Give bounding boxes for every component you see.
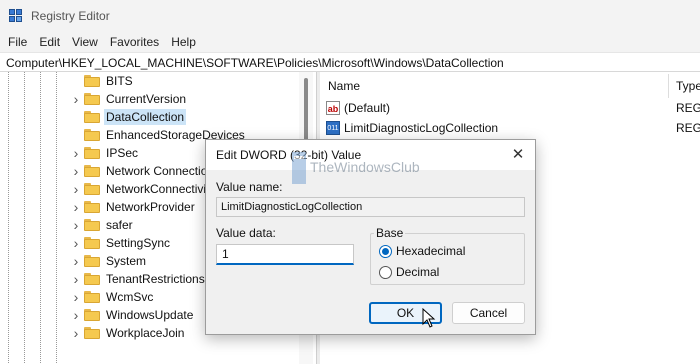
folder-icon: [84, 129, 100, 141]
chevron-right-icon[interactable]: ›: [70, 326, 82, 340]
chevron-right-icon[interactable]: ›: [70, 164, 82, 178]
folder-icon: [84, 75, 100, 87]
folder-icon: [84, 93, 100, 105]
binary-value-icon: 011: [326, 121, 340, 135]
registry-editor-app-icon: [9, 9, 23, 23]
value-data-label: Value data:: [216, 226, 276, 240]
chevron-right-icon[interactable]: ›: [70, 182, 82, 196]
chevron-right-icon[interactable]: ›: [70, 146, 82, 160]
chevron-right-icon[interactable]: ›: [70, 200, 82, 214]
menu-bar: File Edit View Favorites Help: [0, 32, 700, 52]
title-bar: Registry Editor: [0, 0, 700, 32]
folder-icon: [84, 183, 100, 195]
tree-item-label: NetworkConnectivi: [106, 182, 207, 196]
column-divider[interactable]: [668, 74, 669, 98]
folder-icon: [84, 237, 100, 249]
tree-item-label: NetworkProvider: [106, 200, 195, 214]
chevron-right-icon[interactable]: ›: [70, 272, 82, 286]
tree-item-label: WindowsUpdate: [106, 308, 194, 322]
base-group-label: Base: [374, 226, 406, 240]
value-type: REG_: [676, 101, 700, 115]
folder-icon: [84, 255, 100, 267]
tree-item[interactable]: DataCollection: [0, 108, 316, 126]
column-header-type[interactable]: Type: [676, 72, 700, 100]
chevron-right-icon[interactable]: ›: [70, 92, 82, 106]
value-type: REG_: [676, 121, 700, 135]
menu-edit[interactable]: Edit: [33, 32, 66, 52]
window-title: Registry Editor: [31, 9, 110, 23]
tree-item-label: WorkplaceJoin: [106, 326, 185, 340]
value-name: LimitDiagnosticLogCollection: [344, 121, 499, 135]
mouse-cursor-icon: [422, 308, 436, 328]
cancel-button[interactable]: Cancel: [452, 302, 525, 324]
close-icon[interactable]: ✕: [507, 144, 529, 166]
hexadecimal-label[interactable]: Hexadecimal: [396, 244, 465, 258]
string-value-icon: ab: [326, 101, 340, 115]
chevron-right-icon[interactable]: ›: [70, 290, 82, 304]
tree-item-label: WcmSvc: [106, 290, 154, 304]
tree-item-label: DataCollection: [104, 109, 187, 125]
value-data-input[interactable]: 1: [216, 244, 354, 265]
address-bar[interactable]: Computer\HKEY_LOCAL_MACHINE\SOFTWARE\Pol…: [0, 52, 700, 72]
tree-item-label: Network Connection: [106, 164, 215, 178]
tree-item-label: System: [106, 254, 147, 268]
chevron-right-icon[interactable]: ›: [70, 254, 82, 268]
menu-view[interactable]: View: [66, 32, 104, 52]
value-row[interactable]: 011 LimitDiagnosticLogCollection REG_: [320, 118, 700, 138]
folder-icon: [84, 273, 100, 285]
tree-item-label: TenantRestrictions: [106, 272, 205, 286]
value-name: (Default): [344, 101, 391, 115]
chevron-right-icon[interactable]: ›: [70, 218, 82, 232]
tree-item[interactable]: › CurrentVersion: [0, 90, 316, 108]
hexadecimal-radio[interactable]: [379, 245, 392, 258]
folder-icon: [84, 147, 100, 159]
address-path[interactable]: Computer\HKEY_LOCAL_MACHINE\SOFTWARE\Pol…: [6, 56, 504, 70]
menu-help[interactable]: Help: [165, 32, 202, 52]
chevron-right-icon[interactable]: ›: [70, 236, 82, 250]
base-group: [370, 233, 525, 285]
value-row[interactable]: ab (Default) REG_: [320, 98, 700, 118]
tree-item-label: safer: [106, 218, 133, 232]
tree-item-label: SettingSync: [106, 236, 171, 250]
folder-icon: [84, 327, 100, 339]
decimal-radio[interactable]: [379, 266, 392, 279]
folder-icon: [84, 309, 100, 321]
tree-item[interactable]: BITS: [0, 72, 316, 90]
dialog-title: Edit DWORD (32-bit) Value: [216, 148, 362, 162]
value-name-field: LimitDiagnosticLogCollection: [216, 197, 525, 217]
tree-item-label: IPSec: [106, 146, 139, 160]
chevron-right-icon[interactable]: ›: [70, 308, 82, 322]
folder-icon: [84, 165, 100, 177]
column-header-name[interactable]: Name: [328, 72, 360, 100]
decimal-label[interactable]: Decimal: [396, 265, 439, 279]
menu-file[interactable]: File: [2, 32, 33, 52]
dialog-title-bar[interactable]: Edit DWORD (32-bit) Value ✕: [206, 140, 535, 170]
value-name-label: Value name:: [216, 180, 283, 194]
tree-item-label: BITS: [106, 74, 133, 88]
menu-favorites[interactable]: Favorites: [104, 32, 165, 52]
folder-icon: [84, 291, 100, 303]
folder-icon: [84, 201, 100, 213]
tree-item-label: CurrentVersion: [106, 92, 187, 106]
folder-icon: [84, 111, 100, 123]
folder-icon: [84, 219, 100, 231]
edit-dword-dialog: Edit DWORD (32-bit) Value ✕ Value name: …: [205, 139, 536, 335]
